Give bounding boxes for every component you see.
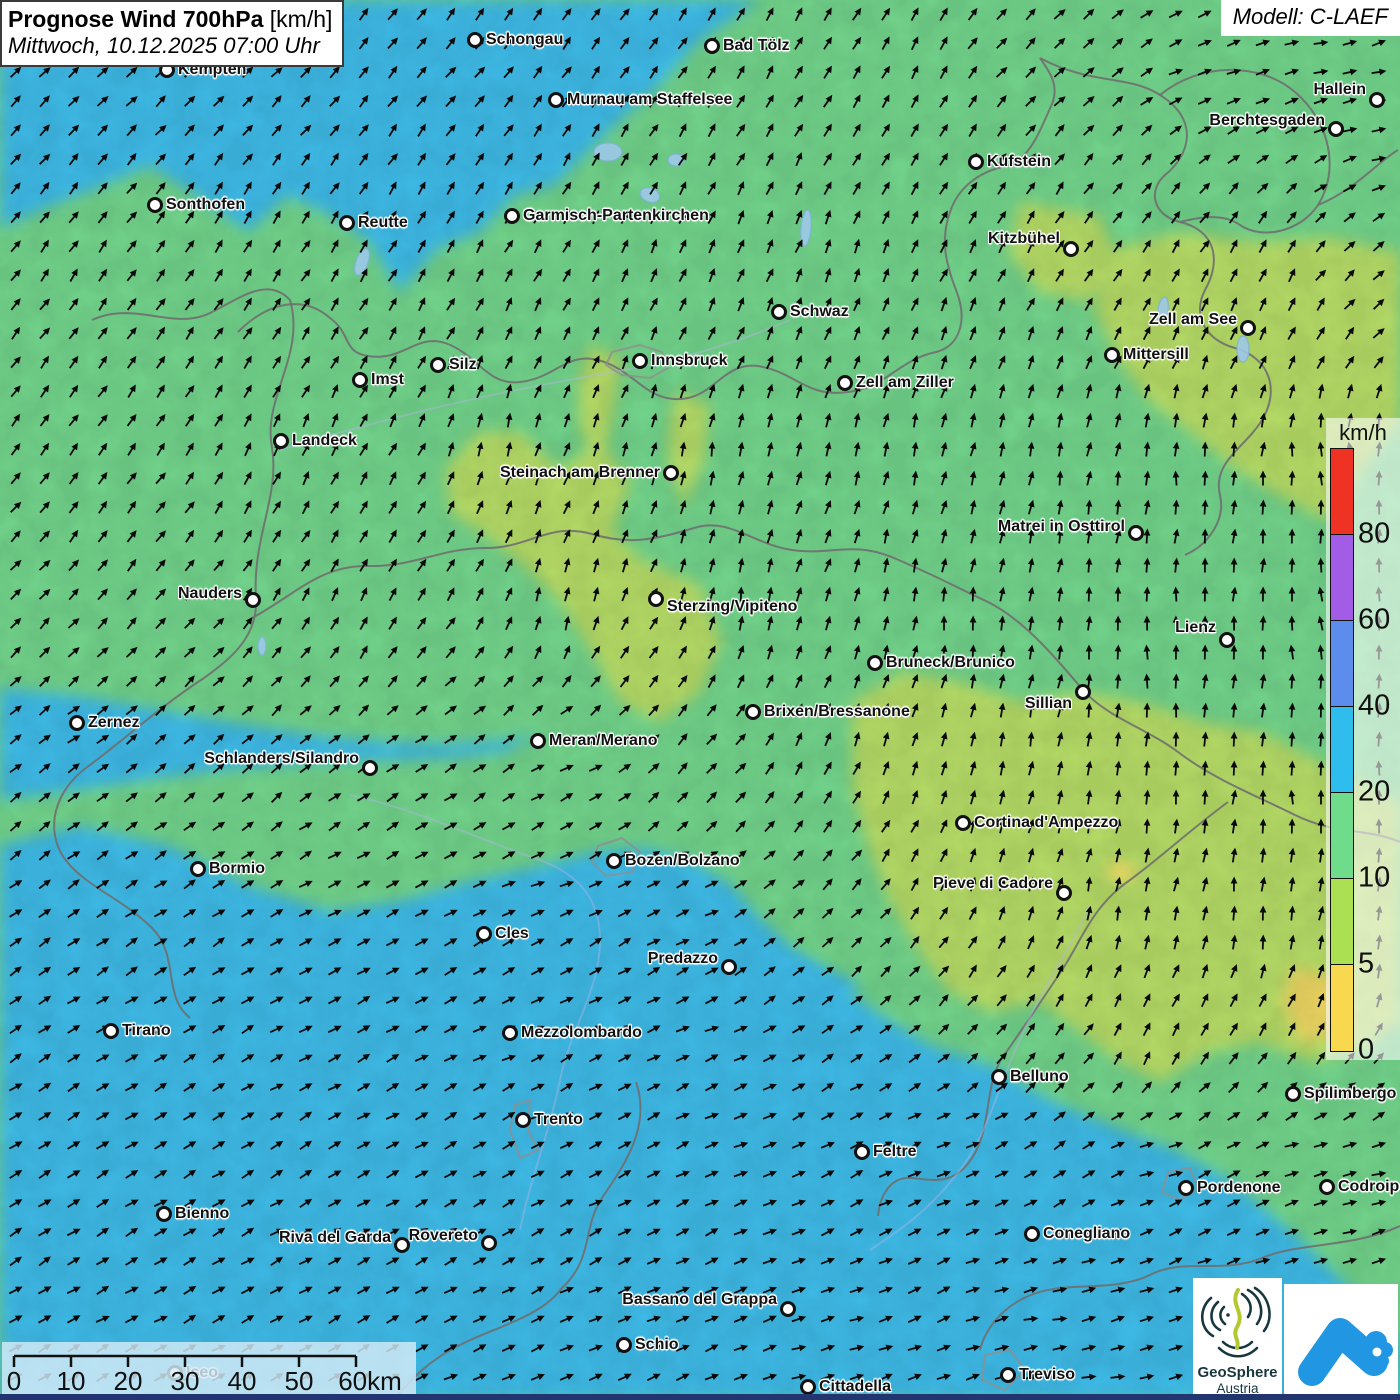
legend-color-segment [1331,965,1353,1051]
map-scale-bar: 0 10 20 30 40 50 60km [2,1342,416,1398]
scale-tick-label: 30 [171,1366,200,1396]
legend-color-segment [1331,535,1353,621]
legend-tick-label: 40 [1358,690,1390,723]
legend-color-segment [1331,879,1353,965]
map-title-box: Prognose Wind 700hPa [km/h] Mittwoch, 10… [0,0,344,67]
model-label: Modell: C-LAEF [1221,0,1400,36]
legend-color-segment [1331,449,1353,535]
legend-unit-label: km/h [1326,420,1400,446]
terrain-shading [0,0,1400,1400]
wind-forecast-map: SchongauBad TölzKemptenMurnau am Staffel… [0,0,1400,1400]
legend-tick-label: 80 [1358,518,1390,551]
geosphere-logo-text: GeoSphere [1193,1364,1282,1381]
mountain-cloud-icon [1284,1284,1398,1398]
scale-ruler: 0 10 20 30 40 50 60km [2,1342,416,1398]
mountain-cloud-logo [1284,1284,1398,1398]
map-canvas [0,0,1400,1400]
map-bottom-edge [0,1394,1400,1400]
lake [1237,336,1249,362]
scale-tick-label: 20 [114,1366,143,1396]
legend-tick-label: 0 [1358,1034,1374,1067]
scale-tick-label: 0 [7,1366,21,1396]
scale-tick-label: 10 [57,1366,86,1396]
legend-tick-label: 20 [1358,776,1390,809]
legend-color-segment [1331,707,1353,793]
windspeed-legend: km/h 806040201050 [1326,418,1400,1060]
scale-tick-label: 50 [285,1366,314,1396]
scale-tick-label: 40 [228,1366,257,1396]
geosphere-logo: GeoSphere Austria [1193,1278,1282,1400]
legend-tick-label: 60 [1358,604,1390,637]
map-title-unit: [km/h] [263,6,332,32]
lake [258,637,266,655]
legend-tick-label: 10 [1358,862,1390,895]
legend-tick-label: 5 [1358,948,1374,981]
scale-tick-label: 60km [338,1366,402,1396]
map-title: Prognose Wind 700hPa [km/h] [8,5,332,33]
geosphere-contour-icon [1193,1278,1282,1364]
legend-color-bar [1330,448,1354,1052]
map-valid-time: Mittwoch, 10.12.2025 07:00 Uhr [8,33,332,60]
legend-color-segment [1331,621,1353,707]
map-title-heading: Prognose Wind 700hPa [8,6,263,32]
legend-color-segment [1331,793,1353,879]
